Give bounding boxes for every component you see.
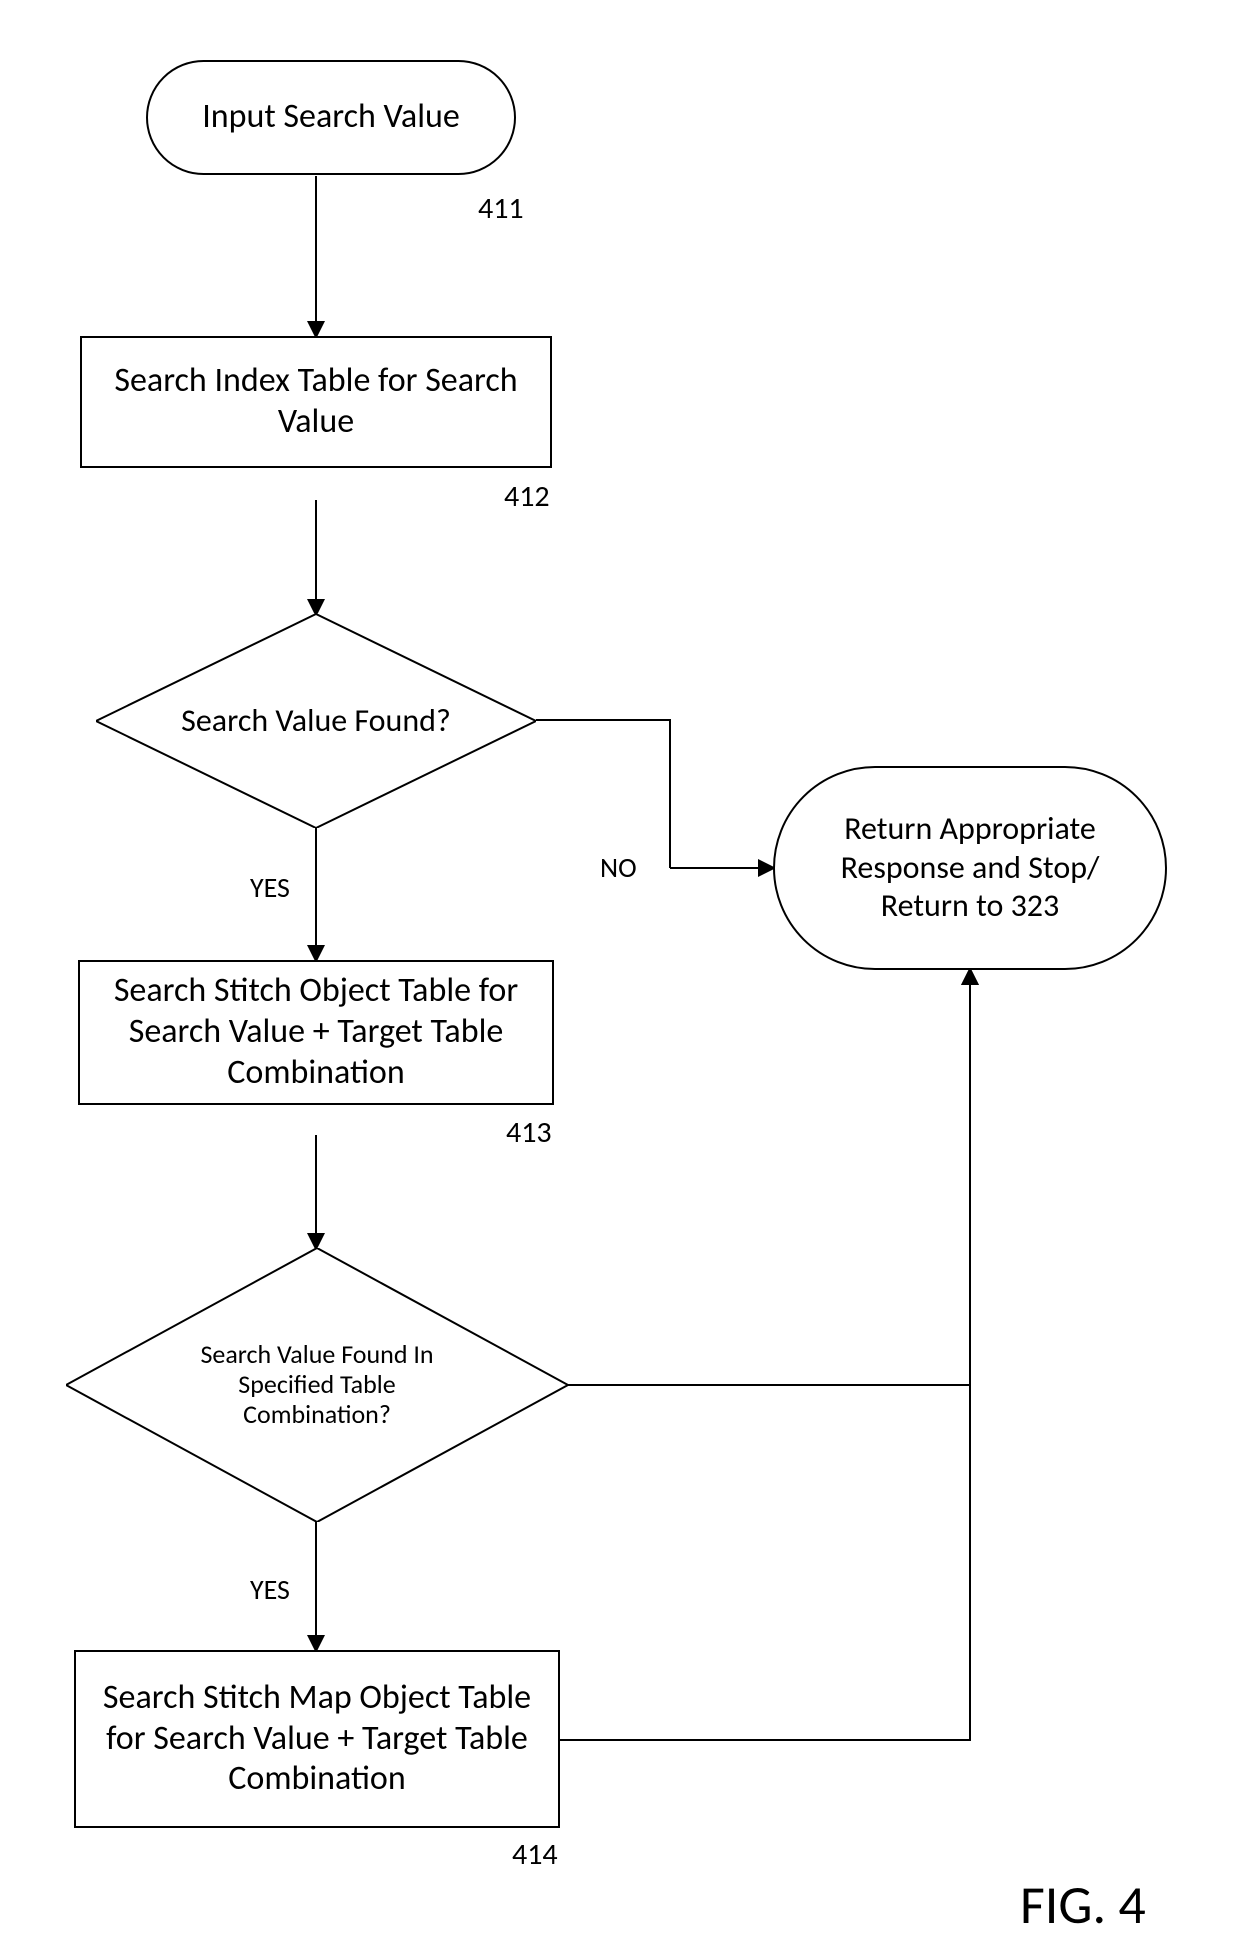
flowchart-canvas: Input Search Value 411 Search Index Tabl…: [0, 0, 1240, 1956]
process-text: Search Stitch Map Object Table for Searc…: [96, 1678, 538, 1800]
process-search-stitch-object-table: Search Stitch Object Table for Search Va…: [78, 960, 554, 1105]
terminator-input-search-value: Input Search Value: [146, 60, 516, 175]
decision-text: Search Value Found?: [96, 614, 536, 828]
ref-411: 411: [478, 190, 524, 227]
process-text: Search Index Table for Search Value: [102, 361, 530, 443]
edge-label-yes-1: YES: [250, 870, 290, 905]
decision-value-found-in-combo: Search Value Found In Specified Table Co…: [66, 1248, 568, 1522]
terminator-return-response: Return Appropriate Response and Stop/ Re…: [773, 766, 1167, 970]
terminator-text: Return Appropriate Response and Stop/ Re…: [799, 810, 1141, 925]
process-search-stitch-map-object-table: Search Stitch Map Object Table for Searc…: [74, 1650, 560, 1828]
process-search-index-table: Search Index Table for Search Value: [80, 336, 552, 468]
edge-label-no-1: NO: [600, 850, 637, 885]
ref-414: 414: [512, 1836, 558, 1873]
ref-412: 412: [504, 478, 550, 515]
edge-label-yes-2: YES: [250, 1572, 290, 1607]
decision-search-value-found: Search Value Found?: [96, 614, 536, 828]
ref-413: 413: [506, 1114, 552, 1151]
figure-label: FIG. 4: [1020, 1872, 1146, 1938]
terminator-text: Input Search Value: [202, 97, 460, 138]
decision-text: Search Value Found In Specified Table Co…: [66, 1248, 568, 1522]
process-text: Search Stitch Object Table for Search Va…: [100, 971, 532, 1093]
